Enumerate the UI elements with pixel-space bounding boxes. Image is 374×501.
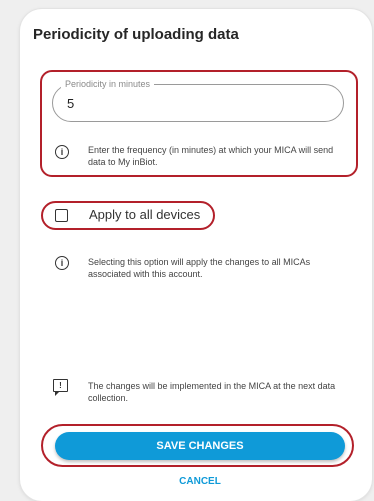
- dialog-title: Periodicity of uploading data: [33, 26, 239, 43]
- periodicity-label: Periodicity in minutes: [61, 78, 155, 90]
- message-alert-icon: !: [53, 379, 68, 396]
- periodicity-input[interactable]: Periodicity in minutes 5: [52, 78, 344, 122]
- apply-all-note: Selecting this option will apply the cha…: [88, 257, 311, 279]
- apply-all-label[interactable]: Apply to all devices: [89, 207, 200, 222]
- info-icon: i: [55, 145, 69, 159]
- apply-all-checkbox[interactable]: [55, 209, 68, 222]
- periodicity-value[interactable]: 5: [67, 96, 74, 111]
- info-icon: i: [55, 256, 69, 270]
- cancel-button[interactable]: CANCEL: [55, 476, 345, 487]
- save-changes-button[interactable]: SAVE CHANGES: [55, 432, 345, 460]
- implementation-note: The changes will be implemented in the M…: [88, 381, 336, 403]
- frequency-note: Enter the frequency (in minutes) at whic…: [88, 145, 334, 167]
